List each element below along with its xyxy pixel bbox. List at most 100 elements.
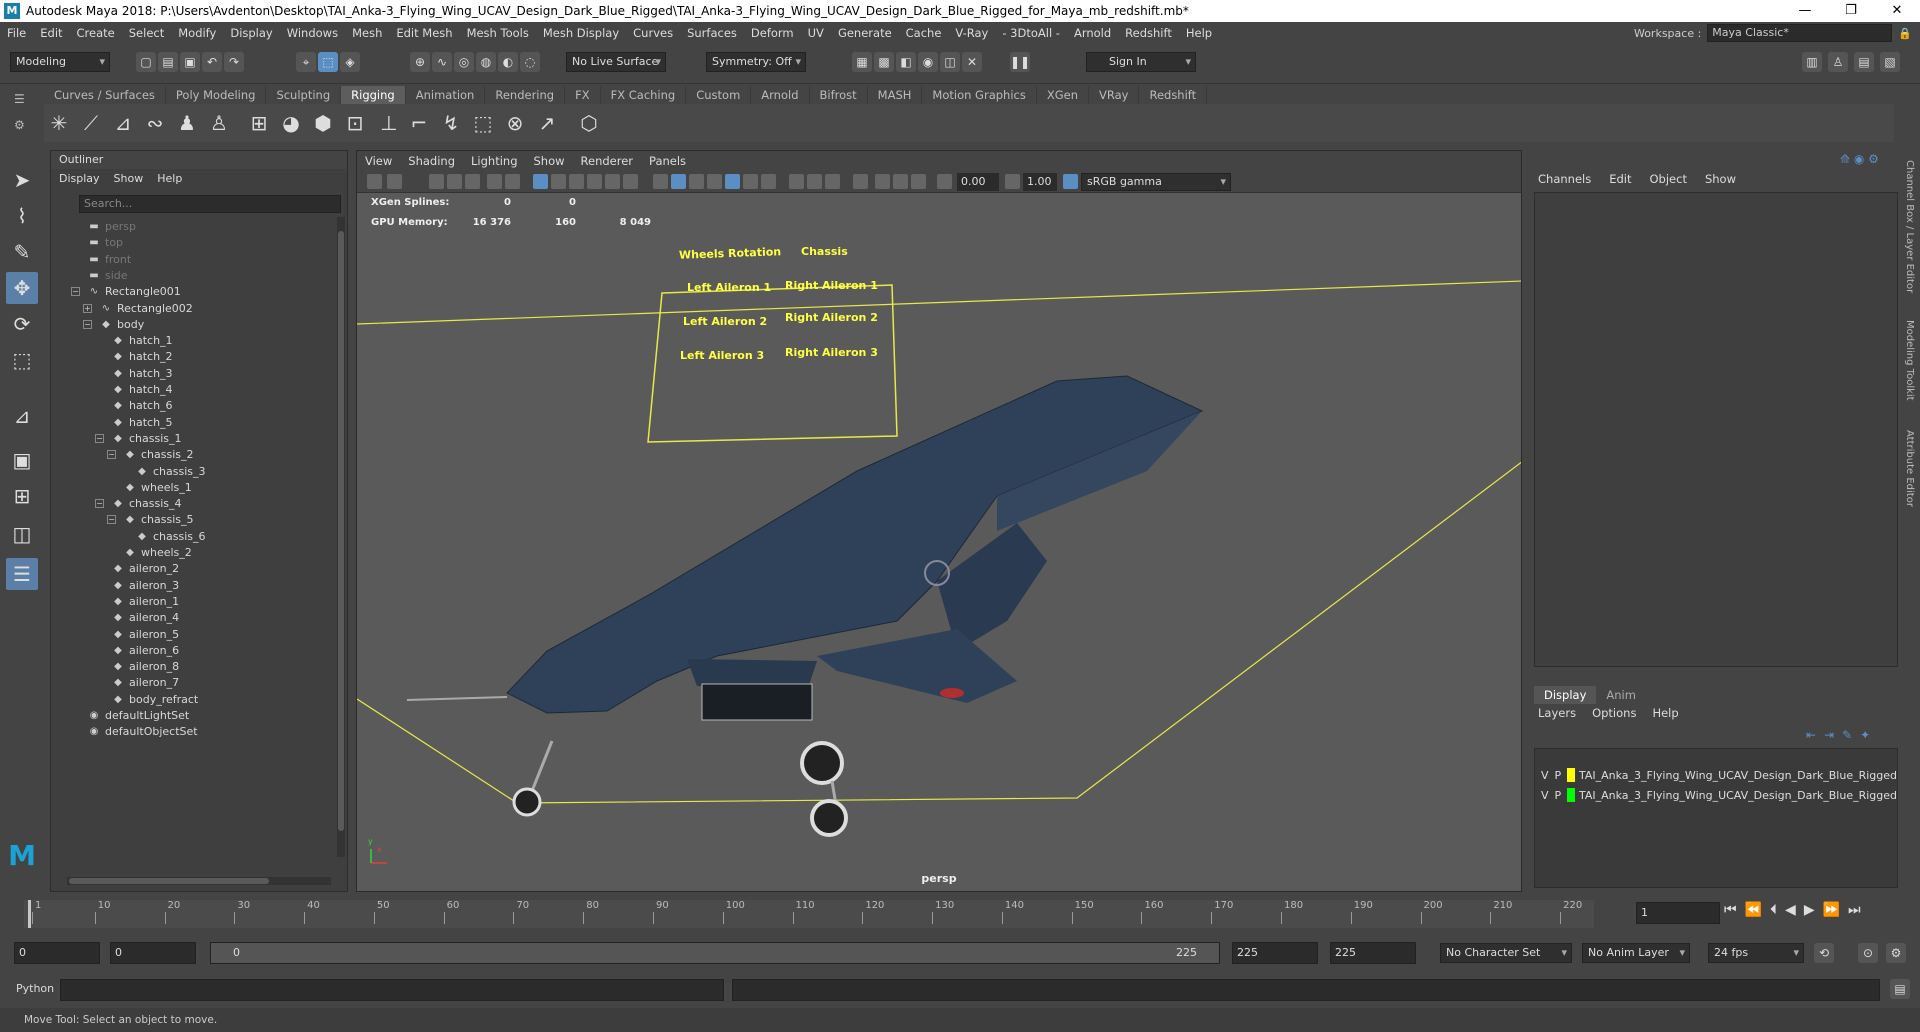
layers-menu-options[interactable]: Options: [1592, 706, 1636, 720]
range-slider-bar[interactable]: 0 225: [210, 942, 1220, 964]
menu-select[interactable]: Select: [122, 26, 171, 40]
select-hierarchy-icon[interactable]: ⌖: [296, 52, 316, 72]
left-aileron-3-label[interactable]: Left Aileron 3: [680, 349, 764, 362]
render-frame-icon[interactable]: ▦: [852, 52, 872, 72]
current-frame-field[interactable]: 1: [1636, 902, 1720, 924]
four-view-layout-icon[interactable]: ⊞: [6, 480, 38, 512]
render-settings-icon[interactable]: ◧: [896, 52, 916, 72]
lock-icon[interactable]: 🔒: [1898, 27, 1912, 40]
shelf-tab-bifrost[interactable]: Bifrost: [810, 86, 868, 104]
menu-mesh-tools[interactable]: Mesh Tools: [460, 26, 536, 40]
tree-expander-icon[interactable]: −: [107, 515, 116, 525]
human-ik-shelf-icon[interactable]: ♙: [204, 108, 234, 138]
channels-menu-show[interactable]: Show: [1705, 172, 1736, 186]
lasso-tool-icon[interactable]: ⌇: [6, 200, 38, 232]
modeling-toolkit-icon[interactable]: ▥: [1802, 52, 1822, 72]
render-view-icon[interactable]: ◫: [940, 52, 960, 72]
time-slider-track[interactable]: 1 10 20 30 40 50 60 70 80 90 100 110 120 130 140 150 160…: [24, 900, 1594, 928]
menu-edit[interactable]: Edit: [33, 26, 69, 40]
fps-dropdown[interactable]: 24 fps: [1708, 943, 1804, 963]
quick-rig-icon[interactable]: ♟: [172, 108, 202, 138]
red-marking[interactable]: [940, 688, 964, 698]
aircraft-wing-lower[interactable]: [817, 629, 1017, 703]
shelf-tab-arnold[interactable]: Arnold: [751, 86, 810, 104]
tree-expander-icon[interactable]: −: [95, 499, 104, 509]
layer-tab-anim[interactable]: Anim: [1596, 686, 1646, 704]
human-ik-icon[interactable]: ♙: [1828, 52, 1848, 72]
create-joints-icon[interactable]: ✳: [44, 108, 74, 138]
paint-select-tool-icon[interactable]: ✎: [6, 236, 38, 268]
side-tab-channel-box[interactable]: Channel Box / Layer Editor: [1904, 160, 1915, 293]
go-to-end-icon[interactable]: ⏭: [1848, 902, 1861, 918]
viewport-panel[interactable]: View Shading Lighting Show Renderer Pane…: [356, 150, 1522, 892]
select-object-icon[interactable]: ⬚: [318, 52, 338, 72]
auto-key-icon[interactable]: ⊙: [1858, 943, 1878, 963]
shelf-tab-poly-modeling[interactable]: Poly Modeling: [166, 86, 267, 104]
shelf-tab-sculpting[interactable]: Sculpting: [266, 86, 342, 104]
menu-deform[interactable]: Deform: [744, 26, 801, 40]
anim-layer-dropdown[interactable]: No Anim Layer: [1582, 943, 1690, 963]
side-tab-attribute-editor[interactable]: Attribute Editor: [1904, 430, 1915, 507]
aim-constraint-icon[interactable]: ↗: [532, 108, 562, 138]
start-time-field[interactable]: 0: [14, 942, 100, 964]
ik-handle-icon[interactable]: ⊿: [108, 108, 138, 138]
menu-uv[interactable]: UV: [801, 26, 831, 40]
snap-together-icon[interactable]: ◌: [520, 52, 540, 72]
maximize-button[interactable]: ❐: [1828, 0, 1874, 22]
channel-box-area[interactable]: [1534, 192, 1898, 667]
snap-surface-icon[interactable]: ◐: [498, 52, 518, 72]
pitot-probe[interactable]: [406, 696, 508, 701]
outliner-menu-display[interactable]: Display: [59, 169, 100, 189]
single-view-layout-icon[interactable]: ▣: [6, 444, 38, 476]
channel-box-icons[interactable]: ⟰ ◉ ⚙: [1840, 152, 1879, 166]
ground-plane-edge[interactable]: [357, 280, 1522, 325]
layer-tab-display[interactable]: Display: [1534, 686, 1597, 704]
menu-file[interactable]: File: [0, 26, 33, 40]
menu-modify[interactable]: Modify: [171, 26, 223, 40]
menu-3dtoall[interactable]: - 3DtoAll -: [995, 26, 1067, 40]
tree-expander-icon[interactable]: −: [83, 319, 92, 329]
outliner-search-input[interactable]: Search...: [79, 195, 341, 213]
ik-spline-icon[interactable]: ∾: [140, 108, 170, 138]
layer-color-swatch[interactable]: [1567, 768, 1575, 782]
hypershade-icon[interactable]: ◉: [918, 52, 938, 72]
symmetry-dropdown[interactable]: Symmetry: Off: [706, 52, 806, 72]
menu-cache[interactable]: Cache: [899, 26, 949, 40]
front-gear-strut[interactable]: [530, 740, 554, 792]
redshift-render-icon[interactable]: ✕: [962, 52, 982, 72]
layers-menu-layers[interactable]: Layers: [1538, 706, 1576, 720]
layer-color-swatch[interactable]: [1567, 788, 1575, 802]
outliner-menu-help[interactable]: Help: [157, 169, 182, 189]
menu-vray[interactable]: V-Ray: [948, 26, 995, 40]
wheel-bay-door[interactable]: [701, 683, 813, 721]
workspace-dropdown[interactable]: Maya Classic*: [1707, 24, 1893, 42]
menu-surfaces[interactable]: Surfaces: [680, 26, 744, 40]
current-time-indicator[interactable]: [28, 900, 31, 928]
shelf-tab-rigging[interactable]: Rigging: [341, 86, 406, 104]
tree-expander-icon[interactable]: −: [107, 450, 116, 460]
step-back-key-icon[interactable]: ⏪: [1745, 902, 1762, 918]
snap-point-icon[interactable]: ◎: [454, 52, 474, 72]
front-wheel[interactable]: [512, 787, 542, 817]
sign-in-button[interactable]: Sign In: [1086, 52, 1196, 72]
scale-constraint-icon[interactable]: ⊗: [500, 108, 530, 138]
menu-display[interactable]: Display: [223, 26, 279, 40]
redo-icon[interactable]: ↷: [224, 52, 244, 72]
minimize-button[interactable]: —: [1782, 0, 1828, 22]
select-component-icon[interactable]: ◈: [340, 52, 360, 72]
outliner-menu-show[interactable]: Show: [114, 169, 144, 189]
undo-icon[interactable]: ↶: [202, 52, 222, 72]
channels-menu-channels[interactable]: Channels: [1538, 172, 1591, 186]
layers-menu-help[interactable]: Help: [1652, 706, 1678, 720]
command-language-label[interactable]: Python: [16, 982, 54, 995]
layer-playback-toggle[interactable]: P: [1555, 789, 1568, 802]
last-tool-icon[interactable]: ⊿: [6, 400, 38, 432]
outliner-item-defaultobjectset[interactable]: ◉ defaultObjectSet: [87, 722, 198, 742]
layer-action-icons[interactable]: ⇤⇥✎✦: [1806, 728, 1878, 742]
rotate-tool-icon[interactable]: ⟳: [6, 308, 38, 340]
tree-expander-icon[interactable]: −: [71, 287, 80, 297]
layer-visibility-toggle[interactable]: V: [1541, 769, 1555, 782]
side-tab-modeling-toolkit[interactable]: Modeling Toolkit: [1904, 320, 1915, 401]
tree-expander-icon[interactable]: −: [95, 433, 104, 443]
right-aileron-2-label[interactable]: Right Aileron 2: [785, 311, 878, 324]
